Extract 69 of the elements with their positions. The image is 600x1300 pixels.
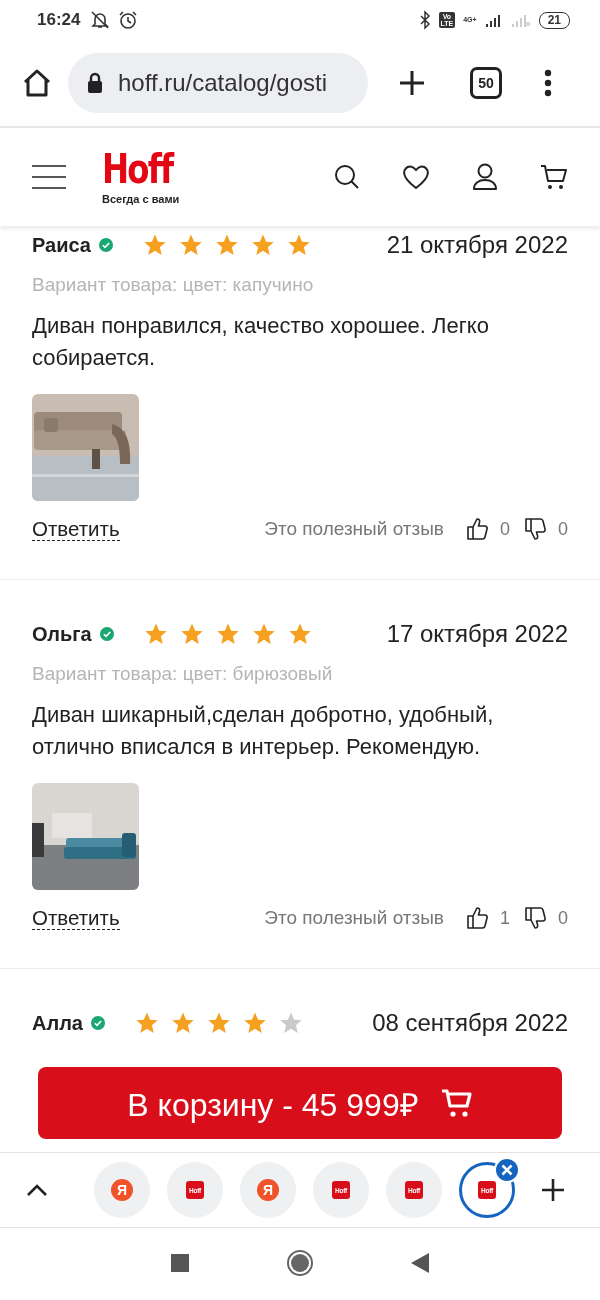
product-variant: Вариант товара: цвет: бирюзовый bbox=[32, 663, 333, 684]
thumbs-up-icon[interactable] bbox=[465, 517, 488, 541]
helpful-label: Это полезный отзыв bbox=[264, 907, 444, 929]
dislike-count: 0 bbox=[558, 907, 568, 929]
like-count: 0 bbox=[499, 518, 510, 540]
review-date: 21 октября 2022 bbox=[386, 231, 568, 259]
tab-count-button[interactable]: 50 bbox=[470, 67, 502, 99]
review-text: Диван понравился, качество хорошее. Легко собирается. bbox=[32, 312, 490, 372]
signal-icon bbox=[484, 12, 503, 28]
logo[interactable]: Hoff bbox=[102, 149, 173, 189]
alarm-clock-icon bbox=[118, 10, 139, 30]
home-button-icon[interactable] bbox=[286, 1249, 314, 1277]
recent-apps-icon[interactable] bbox=[170, 1253, 190, 1273]
dislike-count: 0 bbox=[558, 518, 568, 540]
menu-icon[interactable] bbox=[544, 69, 552, 97]
star-icon bbox=[251, 233, 275, 257]
add-to-cart-button[interactable]: В корзину - 45 999₽ bbox=[38, 1067, 562, 1139]
reviewer-name: Алла bbox=[32, 1011, 83, 1035]
star-icon bbox=[287, 233, 311, 257]
home-icon[interactable] bbox=[22, 68, 52, 98]
star-icon bbox=[179, 233, 203, 257]
review-text: Диван шикарный,сделан добротно, удобный, отлично вписался в интерьер. Рекомендую. bbox=[32, 701, 495, 761]
like-count: 1 bbox=[499, 907, 510, 929]
star-icon bbox=[179, 622, 204, 646]
reviewer-name: Ольга bbox=[32, 622, 92, 646]
chevron-up-icon[interactable] bbox=[26, 1183, 48, 1197]
star-icon bbox=[287, 622, 312, 646]
review-date: 17 октября 2022 bbox=[386, 620, 568, 648]
star-icon bbox=[171, 1011, 195, 1035]
star-icon bbox=[135, 1011, 159, 1035]
star-icon bbox=[251, 622, 276, 646]
battery-indicator: 21 bbox=[538, 11, 570, 29]
menu-icon[interactable] bbox=[32, 164, 66, 190]
logo-tagline: Всегда с вами bbox=[102, 193, 180, 205]
reviewer-name: Раиса bbox=[32, 233, 91, 257]
site-favicon: Я bbox=[257, 1179, 279, 1201]
star-icon bbox=[279, 1011, 303, 1035]
site-favicon: Я bbox=[111, 1179, 133, 1201]
bluetooth-icon bbox=[418, 10, 431, 30]
star-icon bbox=[243, 1011, 267, 1035]
address-bar[interactable]: hoff.ru/catalog/gosti bbox=[68, 53, 368, 113]
thumbs-up-icon[interactable] bbox=[465, 906, 488, 930]
product-variant: Вариант товара: цвет: капучино bbox=[32, 274, 314, 295]
star-icon bbox=[207, 1011, 231, 1035]
thumbs-down-icon[interactable] bbox=[524, 906, 546, 930]
search-icon[interactable] bbox=[334, 164, 360, 190]
user-icon[interactable] bbox=[472, 163, 498, 191]
new-tab-icon[interactable] bbox=[541, 1178, 565, 1202]
browser-tab[interactable]: Я bbox=[94, 1162, 150, 1218]
weak-signal-icon bbox=[510, 12, 531, 28]
reply-link[interactable]: Ответить bbox=[32, 517, 120, 541]
star-icon bbox=[215, 622, 240, 646]
review-date: 08 сентября 2022 bbox=[372, 1009, 568, 1037]
heart-icon[interactable] bbox=[402, 164, 430, 190]
reply-link[interactable]: Ответить bbox=[32, 906, 120, 930]
back-icon[interactable] bbox=[410, 1252, 430, 1274]
cart-icon[interactable] bbox=[540, 163, 568, 191]
thumbs-down-icon[interactable] bbox=[524, 517, 546, 541]
helpful-label: Это полезный отзыв bbox=[264, 518, 444, 540]
muted-bell-icon bbox=[90, 10, 111, 30]
star-icon bbox=[215, 233, 239, 257]
browser-tab[interactable]: Я bbox=[240, 1162, 296, 1218]
cart-icon bbox=[440, 1087, 473, 1119]
star-icon bbox=[143, 233, 167, 257]
close-icon[interactable] bbox=[494, 1157, 520, 1183]
star-icon bbox=[143, 622, 168, 646]
new-tab-icon[interactable] bbox=[398, 69, 426, 97]
lock-icon bbox=[86, 72, 104, 94]
clock: 16:24 bbox=[37, 10, 81, 30]
